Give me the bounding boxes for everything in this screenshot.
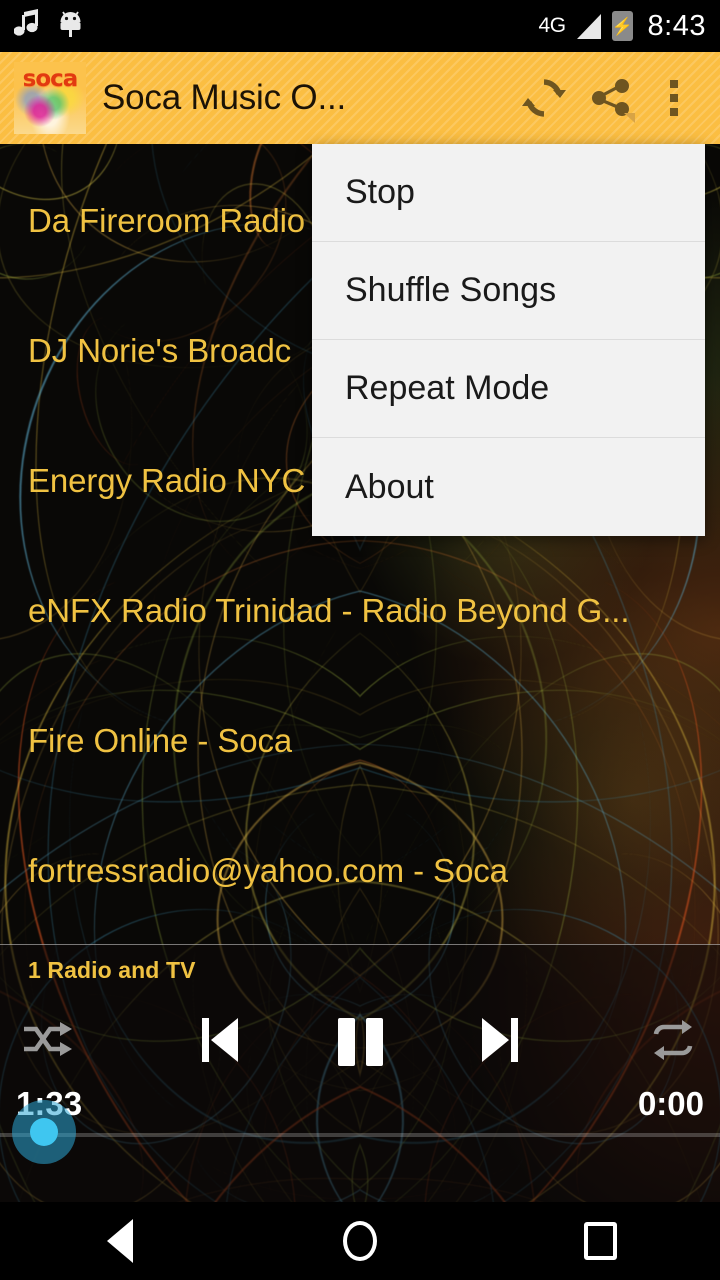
music-note-icon	[13, 8, 41, 44]
status-bar: 4G ⚡ 8:43	[0, 0, 720, 52]
android-navigation-bar	[0, 1202, 720, 1280]
seek-bar-thumb[interactable]	[12, 1100, 76, 1164]
refresh-button[interactable]	[510, 62, 578, 134]
home-circle-icon	[343, 1221, 377, 1261]
page-title: Soca Music O...	[102, 78, 347, 117]
list-item[interactable]: Fire Online - Soca	[0, 676, 720, 806]
total-time: 0:00	[637, 1085, 704, 1122]
network-type-label: 4G	[538, 14, 567, 37]
pause-icon	[337, 1018, 383, 1066]
back-triangle-icon	[107, 1219, 133, 1263]
station-name: Fire Online - Soca	[28, 722, 293, 759]
station-name: fortressradio@yahoo.com - Soca	[28, 852, 508, 889]
next-track-icon	[478, 1014, 522, 1071]
nav-back-button[interactable]	[60, 1202, 180, 1280]
app-icon: soca	[14, 62, 86, 134]
menu-item-repeat-mode[interactable]: Repeat Mode	[312, 340, 705, 438]
status-bar-clock: 8:43	[647, 9, 706, 42]
menu-item-about[interactable]: About	[312, 438, 705, 536]
player-controls	[0, 1007, 720, 1077]
now-playing-label: 1 Radio and TV	[28, 957, 196, 983]
list-item[interactable]: eNFX Radio Trinidad - Radio Beyond G...	[0, 546, 720, 676]
menu-item-label: Stop	[345, 173, 415, 211]
seek-bar-track[interactable]	[0, 1133, 720, 1137]
repeat-icon	[648, 1018, 698, 1067]
overflow-menu-icon	[670, 80, 678, 116]
status-bar-system: 4G ⚡ 8:43	[539, 10, 706, 43]
station-name: Da Fireroom Radio	[28, 202, 306, 239]
menu-item-label: Repeat Mode	[345, 369, 550, 407]
menu-item-stop[interactable]: Stop	[312, 144, 705, 242]
app-toolbar: soca Soca Music O...	[0, 52, 720, 144]
station-name: Energy Radio NYC	[28, 462, 306, 499]
next-track-button[interactable]	[465, 1007, 535, 1077]
overflow-menu-button[interactable]	[646, 62, 702, 134]
android-robot-icon	[57, 9, 84, 44]
menu-item-label: About	[345, 467, 434, 506]
station-name: DJ Norie's Broadc	[28, 332, 292, 369]
status-bar-notifications	[13, 8, 84, 44]
shuffle-button[interactable]	[14, 1013, 80, 1071]
seek-bar[interactable]	[0, 1100, 720, 1164]
app-screen: 4G ⚡ 8:43 soca Soca Music O... Da Firero…	[0, 0, 720, 1280]
station-name: eNFX Radio Trinidad - Radio Beyond G...	[28, 592, 630, 629]
nav-home-button[interactable]	[300, 1202, 420, 1280]
menu-item-shuffle-songs[interactable]: Shuffle Songs	[312, 242, 705, 340]
menu-item-label: Shuffle Songs	[345, 271, 557, 309]
share-button[interactable]	[578, 62, 646, 134]
refresh-icon	[521, 75, 567, 121]
battery-charging-icon: ⚡	[611, 11, 633, 41]
repeat-button[interactable]	[640, 1013, 706, 1071]
previous-track-icon	[198, 1014, 242, 1071]
app-logo-text: soca	[22, 66, 79, 92]
play-pause-button[interactable]	[325, 1007, 395, 1077]
list-item[interactable]: fortressradio@yahoo.com - Soca	[0, 806, 720, 936]
signal-bars-icon	[576, 13, 601, 39]
recents-square-icon	[583, 1222, 617, 1260]
shuffle-icon	[20, 1018, 74, 1067]
player-panel: 1 Radio and TV 0:00	[0, 944, 720, 1202]
overflow-menu-popup[interactable]: Stop Shuffle Songs Repeat Mode About	[312, 144, 705, 536]
share-icon	[587, 73, 637, 123]
previous-track-button[interactable]	[185, 1007, 255, 1077]
nav-recents-button[interactable]	[540, 1202, 660, 1280]
